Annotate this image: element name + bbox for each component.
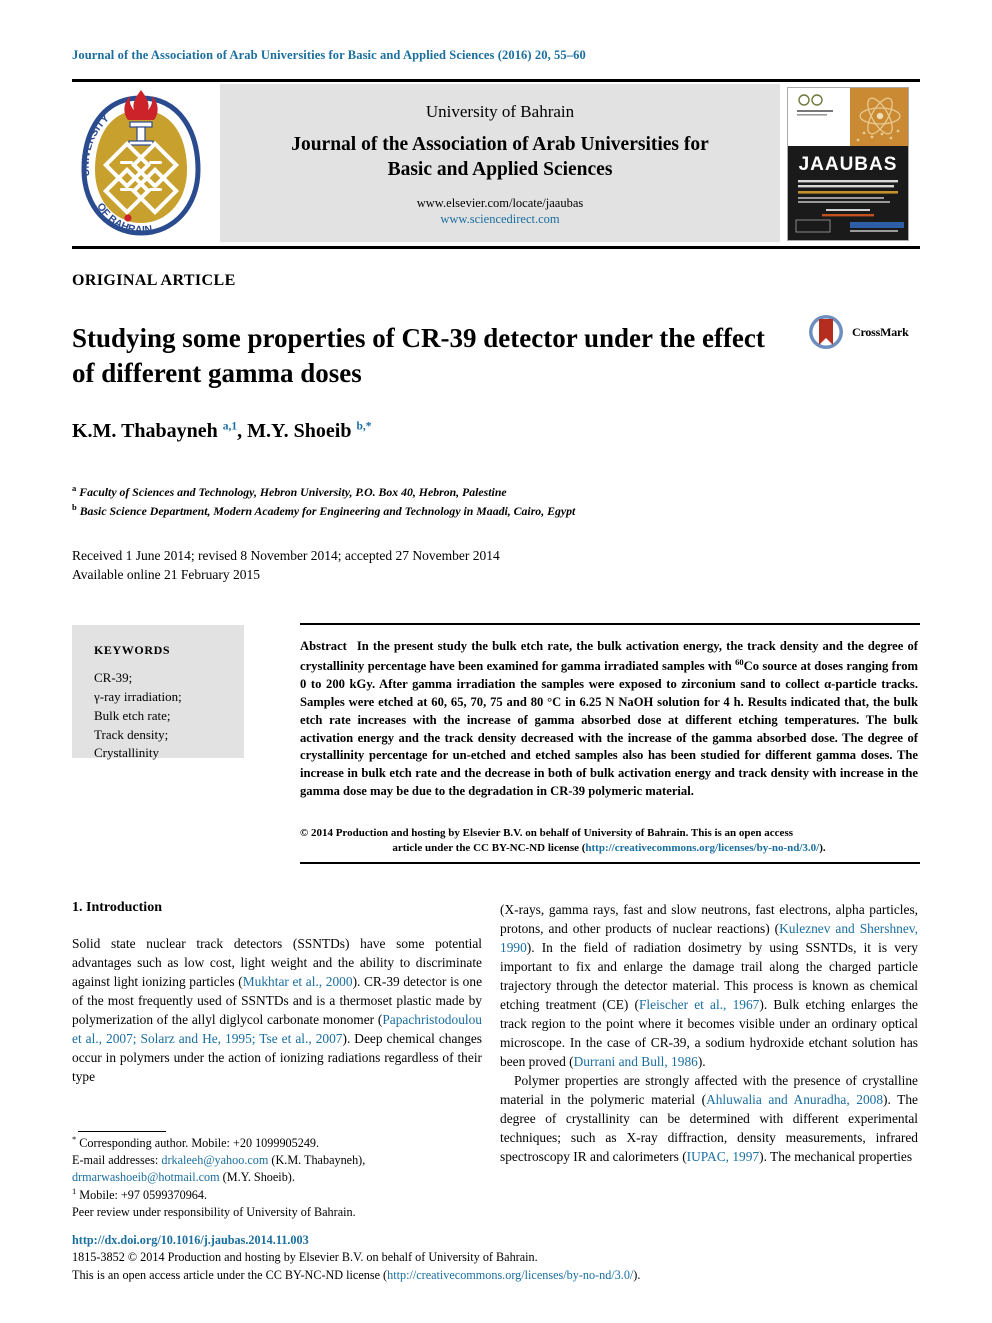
author-list: K.M. Thabayneh a,1, M.Y. Shoeib b,* [72, 420, 372, 442]
footer-block: http://dx.doi.org/10.1016/j.jaubas.2014.… [72, 1232, 772, 1284]
publisher-name: University of Bahrain [425, 102, 575, 121]
email-addresses-note: E-mail addresses: drkaleeh@yahoo.com (K.… [72, 1153, 366, 1185]
peer-review-note: Peer review under responsibility of Univ… [72, 1205, 356, 1219]
copyright-line-2: article under the CC BY-NC-ND license (h… [300, 841, 918, 856]
paper-page: Journal of the Association of Arab Unive… [0, 0, 992, 1323]
elsevier-url[interactable]: www.elsevier.com/locate/jaaubas [220, 196, 780, 211]
journal-masthead: University of Bahrain Journal of the Ass… [220, 84, 780, 242]
crossmark-label: CrossMark [852, 325, 909, 339]
affiliation-b: b Basic Science Department, Modern Acade… [72, 502, 576, 519]
running-head: Journal of the Association of Arab Unive… [72, 48, 586, 62]
footnotes: * Corresponding author. Mobile: +20 1099… [72, 1134, 484, 1204]
body-column-left: 1. Introduction Solid state nuclear trac… [72, 900, 482, 1086]
corresponding-author-note: * Corresponding author. Mobile: +20 1099… [72, 1134, 320, 1151]
license-post: ). [819, 841, 826, 854]
journal-title-line1: Journal of the Association of Arab Unive… [291, 133, 709, 155]
university-of-bahrain-logo-icon: UNIVERSITY OF BAHRAIN [72, 88, 210, 240]
body-column-right: (X-rays, gamma rays, fast and slow neutr… [500, 900, 918, 1166]
section-heading-introduction: 1. Introduction [72, 900, 162, 915]
keywords-list: CR-39; γ-ray irradiation; Bulk etch rate… [94, 669, 182, 763]
affiliation-a-text: Faculty of Sciences and Technology, Hebr… [79, 484, 507, 499]
affiliation-a: a Faculty of Sciences and Technology, He… [72, 483, 507, 499]
banner-top-rule [72, 79, 920, 82]
abstract-label: Abstract [300, 639, 347, 653]
keyword-item: Crystallinity [94, 745, 159, 761]
sciencedirect-url[interactable]: www.sciencedirect.com [220, 212, 780, 227]
abstract: Abstract In the present study the bulk et… [300, 638, 918, 801]
received-line: Received 1 June 2014; revised 8 November… [72, 548, 500, 563]
banner-bottom-rule [72, 246, 920, 249]
affiliations: a Faculty of Sciences and Technology, He… [72, 482, 892, 521]
license-link[interactable]: http://creativecommons.org/licenses/by-n… [585, 842, 819, 854]
abstract-copyright: © 2014 Production and hosting by Elsevie… [300, 826, 918, 856]
license-pre: article under the CC BY-NC-ND license ( [392, 841, 586, 854]
paragraph: (X-rays, gamma rays, fast and slow neutr… [500, 902, 919, 1070]
keywords-heading: KEYWORDS [94, 643, 171, 657]
paragraph: Solid state nuclear track detectors (SSN… [72, 936, 483, 1085]
copyright-line-1: © 2014 Production and hosting by Elsevie… [300, 827, 794, 839]
journal-title-line2: Basic and Applied Sciences [387, 159, 613, 181]
abstract-text: In the present study the bulk etch rate,… [300, 639, 918, 799]
mobile-note: 1 Mobile: +97 0599370964. [72, 1186, 208, 1203]
abstract-top-rule [300, 623, 920, 625]
page-title: Studying some properties of CR-39 detect… [72, 323, 765, 389]
paragraph: Polymer properties are strongly affected… [500, 1073, 918, 1165]
affiliation-b-text: Basic Science Department, Modern Academy… [79, 504, 576, 519]
keyword-item: Bulk etch rate; [94, 707, 171, 723]
issn-copyright-line: 1815-3852 © 2014 Production and hosting … [72, 1250, 538, 1265]
footer-license-pre: This is an open access article under the… [72, 1267, 388, 1282]
footer-license-link[interactable]: http://creativecommons.org/licenses/by-n… [387, 1268, 633, 1282]
keywords-panel: KEYWORDS CR-39; γ-ray irradiation; Bulk … [72, 625, 244, 760]
abstract-bottom-rule [300, 862, 920, 864]
svg-text:JAAUBAS: JAAUBAS [799, 154, 898, 175]
journal-cover-thumbnail: JAAUBAS [787, 87, 909, 241]
keyword-item: γ-ray irradiation; [94, 688, 182, 704]
article-type: ORIGINAL ARTICLE [72, 272, 236, 289]
journal-banner: UNIVERSITY OF BAHRAIN University of Bahr… [72, 84, 920, 244]
journal-title: Journal of the Association of Arab Unive… [220, 132, 780, 183]
available-online-line: Available online 21 February 2015 [72, 567, 260, 583]
keyword-item: Track density; [94, 726, 169, 742]
doi-link[interactable]: http://dx.doi.org/10.1016/j.jaubas.2014.… [72, 1232, 772, 1249]
footer-license-line: This is an open access article under the… [72, 1267, 772, 1284]
keyword-item: CR-39; [94, 670, 133, 685]
crossmark-badge[interactable]: CrossMark [806, 313, 914, 353]
footer-license-post: ). [633, 1267, 641, 1282]
article-dates: Received 1 June 2014; revised 8 November… [72, 546, 772, 584]
footnote-rule [78, 1131, 166, 1132]
